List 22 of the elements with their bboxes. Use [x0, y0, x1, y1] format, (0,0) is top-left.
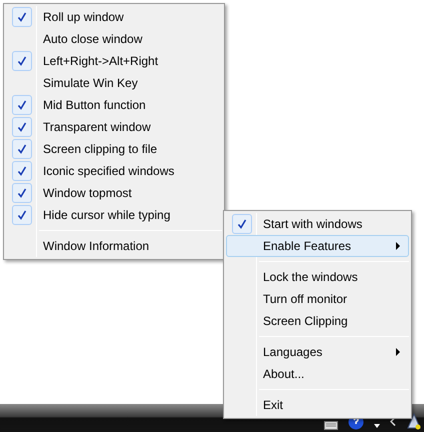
keyboard-icon[interactable]	[324, 421, 338, 430]
menu-item[interactable]: Iconic specified windows	[6, 160, 222, 182]
menu-item[interactable]: Transparent window	[6, 116, 222, 138]
menu-item[interactable]: Lock the windows	[226, 266, 409, 288]
menu-item[interactable]: Window topmost	[6, 182, 222, 204]
menu-item[interactable]: Enable Features	[226, 235, 409, 257]
menu-item[interactable]: Mid Button function	[6, 94, 222, 116]
caret-down-icon[interactable]	[374, 424, 380, 428]
menu-item[interactable]: Left+Right->Alt+Right	[6, 50, 222, 72]
menu-item[interactable]: About...	[226, 363, 409, 385]
menu-item[interactable]: Auto close window	[6, 28, 222, 50]
menu-item[interactable]: Window Information	[6, 235, 222, 257]
menu-item[interactable]: Screen Clipping	[226, 310, 409, 332]
menu-item[interactable]: Languages	[226, 341, 409, 363]
menu-item[interactable]: Roll up window	[6, 6, 222, 28]
menu-item[interactable]: Hide cursor while typing	[6, 204, 222, 226]
menu-item[interactable]: Exit	[226, 394, 409, 416]
menu-item[interactable]: Screen clipping to file	[6, 138, 222, 160]
menu-item[interactable]: Start with windows	[226, 213, 409, 235]
menu-item[interactable]: Turn off monitor	[226, 288, 409, 310]
chevron-left-icon[interactable]	[390, 417, 396, 426]
menu-item[interactable]: Simulate Win Key	[6, 72, 222, 94]
